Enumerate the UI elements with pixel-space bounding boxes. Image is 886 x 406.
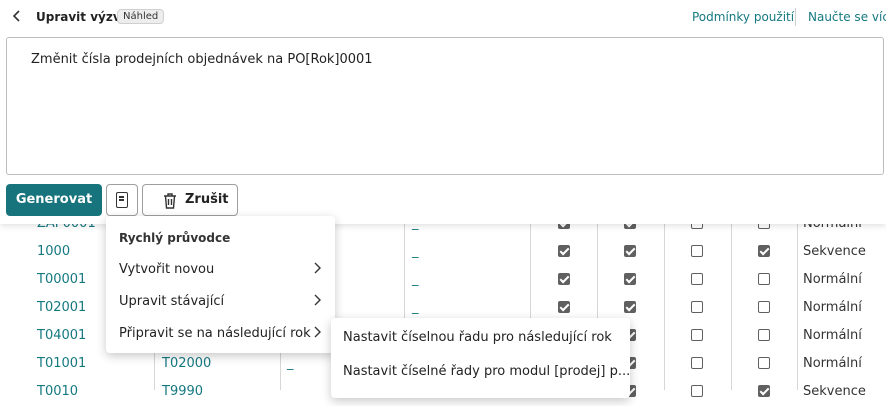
submenu-item-series-sales-module[interactable]: Nastavit číselné řady pro modul [prodej]… <box>331 356 630 388</box>
empty-value: _ <box>412 244 419 259</box>
learn-more-link[interactable]: Naučte se více <box>808 10 886 24</box>
prompt-input[interactable]: Změnit čísla prodejních objednávek na PO… <box>6 37 884 175</box>
column-divider <box>797 215 798 390</box>
menu-item-modify-existing[interactable]: Upravit stávající <box>106 286 335 318</box>
series-code[interactable]: T01001 <box>37 350 86 378</box>
chevron-right-icon <box>313 254 321 286</box>
chevron-right-icon <box>313 286 321 318</box>
empty-value: _ <box>287 356 294 371</box>
checkbox[interactable] <box>624 301 636 313</box>
checkbox[interactable] <box>558 273 570 285</box>
clear-label: Zrušit <box>185 192 229 207</box>
checkbox[interactable] <box>691 385 703 397</box>
panel-title: Upravit výzvu <box>36 10 130 24</box>
menu-heading: Rychlý průvodce <box>119 231 231 245</box>
checkbox[interactable] <box>691 329 703 341</box>
quick-guide-menu: Rychlý průvodce Vytvořit novou Upravit s… <box>106 216 335 353</box>
checkbox[interactable] <box>691 357 703 369</box>
checkbox[interactable] <box>758 301 770 313</box>
menu-item-label: Připravit se na následující rok <box>119 326 311 341</box>
checkbox[interactable] <box>758 357 770 369</box>
generate-button[interactable]: Generovat <box>6 184 102 216</box>
series-code[interactable]: T02001 <box>37 294 86 322</box>
terms-link[interactable]: Podmínky použití <box>692 10 794 24</box>
checkbox[interactable] <box>624 245 636 257</box>
prompt-guide-icon <box>116 192 128 208</box>
checkbox[interactable] <box>691 245 703 257</box>
menu-item-create-new[interactable]: Vytvořit novou <box>106 254 335 286</box>
checkbox[interactable] <box>691 301 703 313</box>
checkbox[interactable] <box>558 245 570 257</box>
preview-badge: Náhled <box>117 9 165 24</box>
series-type: Normální <box>803 272 862 287</box>
menu-item-label: Vytvořit novou <box>119 262 215 277</box>
clear-button[interactable]: Zrušit <box>142 184 238 216</box>
checkbox[interactable] <box>758 329 770 341</box>
checkbox[interactable] <box>624 273 636 285</box>
chevron-left-icon[interactable] <box>12 9 26 25</box>
series-code[interactable]: T0010 <box>37 378 78 406</box>
menu-item-label: Upravit stávající <box>119 294 225 309</box>
series-ending-code: T02000 <box>162 356 212 371</box>
series-type: Normální <box>803 356 862 371</box>
copilot-panel: Upravit výzvu Náhled Podmínky použití Na… <box>0 0 886 224</box>
series-code[interactable]: T00001 <box>37 266 86 294</box>
submenu-item-series-next-year[interactable]: Nastavit číselnou řadu pro následující r… <box>331 322 630 354</box>
checkbox[interactable] <box>758 385 770 397</box>
series-type: Sekvence <box>803 244 866 259</box>
menu-item-prepare-next-year[interactable]: Připravit se na následující rok <box>106 318 335 350</box>
column-divider <box>731 215 732 390</box>
prompt-guide-button[interactable] <box>106 184 138 216</box>
series-ending-code: T9990 <box>162 384 204 399</box>
series-code[interactable]: 1000 <box>37 238 70 266</box>
checkbox[interactable] <box>758 245 770 257</box>
column-divider <box>664 215 665 390</box>
series-type: Normální <box>803 300 862 315</box>
checkbox[interactable] <box>758 273 770 285</box>
series-code[interactable]: T04001 <box>37 322 86 350</box>
trash-icon <box>162 192 178 210</box>
empty-value: _ <box>412 272 419 287</box>
prompt-text: Změnit čísla prodejních objednávek na PO… <box>31 52 373 67</box>
chevron-right-icon <box>313 318 321 350</box>
checkbox[interactable] <box>691 273 703 285</box>
next-year-submenu: Nastavit číselnou řadu pro následující r… <box>331 318 630 398</box>
header-divider <box>795 8 796 26</box>
series-type: Sekvence <box>803 384 866 399</box>
series-type: Normální <box>803 328 862 343</box>
checkbox[interactable] <box>558 301 570 313</box>
